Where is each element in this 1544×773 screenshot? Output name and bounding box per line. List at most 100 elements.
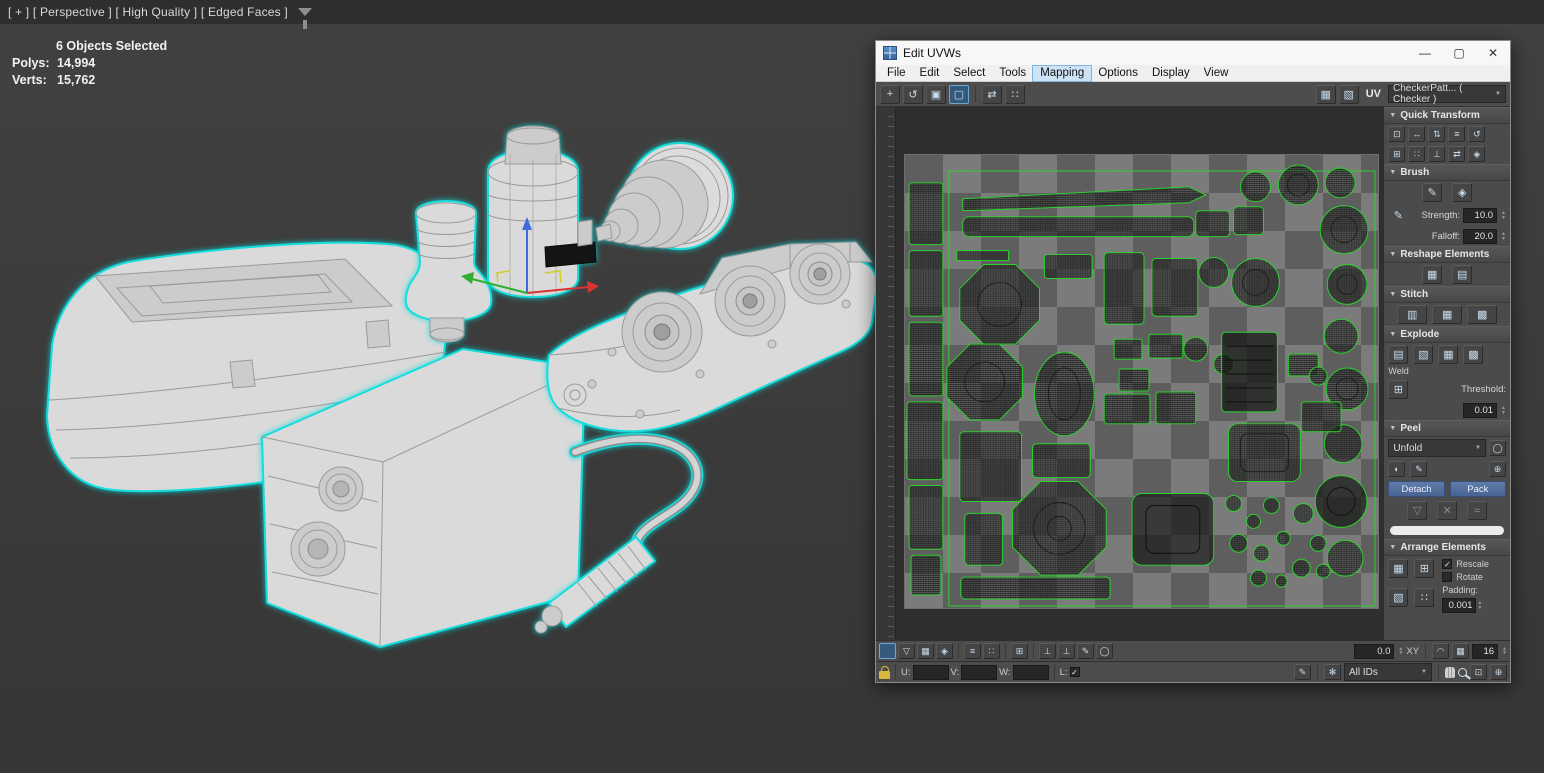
- pack-full-icon[interactable]: ▧: [1388, 588, 1409, 607]
- checker-tiling-icon[interactable]: ▧: [1338, 84, 1359, 104]
- pivot-toggle-icon[interactable]: ⊡: [1388, 126, 1406, 142]
- zoom-region-icon[interactable]: ⊡: [1470, 664, 1487, 680]
- ring-select-icon[interactable]: ◯: [1096, 643, 1113, 659]
- pack-together-icon[interactable]: ⊞: [1414, 559, 1435, 578]
- arc-rotate-icon[interactable]: ◠: [1432, 643, 1450, 659]
- rotate-ccw-icon[interactable]: ↺: [1468, 126, 1486, 142]
- align-vertical-icon[interactable]: ⇅: [1428, 126, 1446, 142]
- clear-seams-icon[interactable]: ≈: [1467, 501, 1488, 520]
- texture-dropdown[interactable]: CheckerPatt... ( Checker ) ▼: [1388, 83, 1506, 105]
- minimize-button[interactable]: —: [1408, 41, 1442, 65]
- freeform-tool-icon[interactable]: ▢: [949, 84, 969, 104]
- grid-size-field[interactable]: 16: [1472, 643, 1499, 659]
- pack-button[interactable]: Pack: [1449, 481, 1507, 497]
- uv-canvas[interactable]: [876, 107, 1384, 640]
- grow-selection-icon[interactable]: ≡: [964, 643, 981, 659]
- pin-icon[interactable]: ▽: [1407, 501, 1428, 520]
- uv-checker-tile[interactable]: [904, 154, 1379, 609]
- falloff-field[interactable]: 20.0: [1463, 229, 1498, 244]
- section-quick-transform[interactable]: ▼ Quick Transform: [1384, 107, 1510, 124]
- paint-move-brush-icon[interactable]: ✎: [1422, 183, 1443, 202]
- detach-button[interactable]: Detach: [1388, 481, 1445, 497]
- rotate-angle-field[interactable]: 0.0: [1354, 643, 1395, 659]
- material-id-filter-dropdown[interactable]: All IDs ▼: [1344, 663, 1432, 681]
- section-stitch[interactable]: ▼ Stitch: [1384, 286, 1510, 303]
- space-vertical-icon[interactable]: ∷: [1408, 146, 1426, 162]
- snap-tool-icon[interactable]: ∷: [1005, 84, 1025, 104]
- stitch-target-icon[interactable]: ▩: [1467, 305, 1498, 324]
- rotate-tool-icon[interactable]: ↺: [903, 84, 923, 104]
- linear-align-icon[interactable]: ≡: [1448, 126, 1466, 142]
- menu-mapping[interactable]: Mapping: [1032, 64, 1093, 82]
- section-explode[interactable]: ▼ Explode: [1384, 326, 1510, 343]
- section-peel[interactable]: ▼ Peel: [1384, 420, 1510, 437]
- grid-snap-icon[interactable]: ▦: [1452, 643, 1470, 659]
- align-horizontal-icon[interactable]: ↔: [1408, 126, 1426, 142]
- show-map-icon[interactable]: ▦: [1315, 84, 1336, 104]
- paint-select-icon[interactable]: ✎: [1294, 664, 1311, 680]
- rotate-cw-icon[interactable]: ⇄: [1448, 146, 1466, 162]
- stitch-source-icon[interactable]: ▦: [1432, 305, 1463, 324]
- threshold-field[interactable]: 0.01: [1463, 403, 1498, 418]
- menu-view[interactable]: View: [1197, 66, 1236, 81]
- straighten-icon[interactable]: ⊥: [1428, 146, 1446, 162]
- mirror-horizontal-icon[interactable]: ⊥: [1039, 643, 1056, 659]
- uv-space-label[interactable]: UV: [1366, 88, 1381, 100]
- unpin-icon[interactable]: ✕: [1437, 501, 1458, 520]
- flatten-mapping-icon[interactable]: ▦: [1438, 345, 1459, 364]
- quick-peel-icon[interactable]: ◯: [1489, 440, 1506, 456]
- rearrange-icon[interactable]: ∷: [1414, 588, 1435, 607]
- model-valve-cover[interactable]: [546, 241, 878, 433]
- move-tool-icon[interactable]: +: [880, 84, 900, 104]
- menu-select[interactable]: Select: [946, 66, 992, 81]
- freeze-icon[interactable]: ✻: [1324, 664, 1341, 680]
- lock-selection-icon[interactable]: [879, 665, 890, 679]
- relax-until-flat-icon[interactable]: ▦: [1422, 265, 1443, 284]
- stitch-custom-icon[interactable]: ▥: [1397, 305, 1428, 324]
- vertex-mode-icon[interactable]: [879, 643, 896, 659]
- pack-normalize-icon[interactable]: ▦: [1388, 559, 1409, 578]
- reset-peel-icon[interactable]: ⊕: [1489, 461, 1506, 477]
- unfold-dropdown[interactable]: Unfold ▼: [1388, 439, 1486, 457]
- v-field[interactable]: [961, 664, 998, 680]
- rescale-checkbox[interactable]: ✓: [1442, 559, 1453, 569]
- section-brush[interactable]: ▼ Brush: [1384, 164, 1510, 181]
- falloff-spinner[interactable]: ▲ ▼: [1501, 232, 1506, 241]
- edge-loop-icon[interactable]: ✎: [1077, 643, 1094, 659]
- grid-size-spinner[interactable]: ▲ ▼: [1502, 646, 1507, 656]
- edge-mode-icon[interactable]: ▽: [898, 643, 915, 659]
- strength-spinner[interactable]: ▲ ▼: [1501, 211, 1506, 220]
- zoom-extents-icon[interactable]: ⊕: [1490, 664, 1507, 680]
- l-checkbox[interactable]: ✓: [1069, 667, 1080, 677]
- shrink-selection-icon[interactable]: ∷: [983, 643, 1000, 659]
- edit-seams-icon[interactable]: ✎: [1410, 461, 1428, 477]
- titlebar[interactable]: Edit UVWs — ▢ ✕: [876, 41, 1510, 65]
- element-mode-icon[interactable]: ◈: [936, 643, 953, 659]
- menu-file[interactable]: File: [880, 66, 913, 81]
- face-mode-icon[interactable]: ▦: [917, 643, 934, 659]
- scale-tool-icon[interactable]: ▣: [926, 84, 946, 104]
- menu-edit[interactable]: Edit: [913, 66, 947, 81]
- peel-mode-icon[interactable]: ◐: [1388, 461, 1406, 477]
- mirror-tool-icon[interactable]: ⇄: [982, 84, 1002, 104]
- space-horizontal-icon[interactable]: ⊞: [1388, 146, 1406, 162]
- menu-display[interactable]: Display: [1145, 66, 1197, 81]
- uv-islands-layer[interactable]: [905, 155, 1378, 608]
- break-icon[interactable]: ▩: [1463, 345, 1484, 364]
- threshold-spinner[interactable]: ▲ ▼: [1501, 406, 1506, 415]
- padding-field[interactable]: 0.001: [1442, 598, 1477, 613]
- viewport-label[interactable]: [ + ] [ Perspective ] [ High Quality ] […: [8, 5, 288, 19]
- padding-spinner[interactable]: ▲ ▼: [1477, 601, 1482, 610]
- menu-tools[interactable]: Tools: [992, 66, 1033, 81]
- pan-icon[interactable]: [1445, 666, 1455, 678]
- select-by-element-icon[interactable]: ⊞: [1011, 643, 1028, 659]
- align-element-icon[interactable]: ◈: [1468, 146, 1486, 162]
- axis-label[interactable]: XY: [1406, 646, 1419, 657]
- section-reshape[interactable]: ▼ Reshape Elements: [1384, 246, 1510, 263]
- zoom-icon[interactable]: [1458, 667, 1467, 677]
- rotate-angle-spinner[interactable]: ▲ ▼: [1398, 646, 1403, 656]
- straighten-selection-icon[interactable]: ▤: [1452, 265, 1473, 284]
- u-field[interactable]: [912, 664, 949, 680]
- model-cone-knob[interactable]: [595, 142, 734, 250]
- weld-selected-icon[interactable]: ⊞: [1388, 380, 1409, 399]
